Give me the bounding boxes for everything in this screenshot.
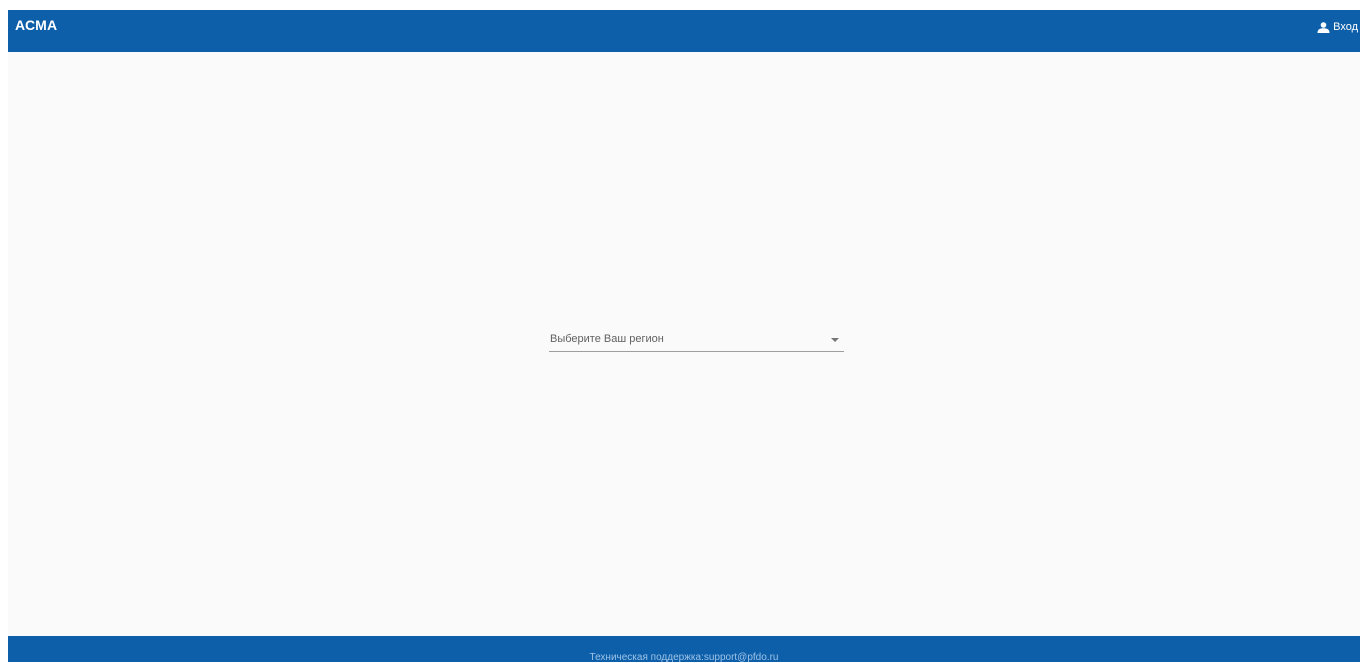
support-info: Техническая поддержка:support@pfdo.ru [8,652,1360,663]
app-frame: АСМА Вход Выберите Ваш регион Техническа… [8,10,1360,663]
region-select[interactable]: Выберите Ваш регион [549,328,844,352]
support-email-link[interactable]: support@pfdo.ru [704,652,779,663]
support-label: Техническая поддержка: [589,652,704,663]
chevron-down-icon [831,338,839,342]
top-app-bar: АСМА Вход [8,10,1360,52]
footer: Техническая поддержка:support@pfdo.ru [8,636,1360,663]
region-select-placeholder: Выберите Ваш регион [550,333,664,345]
app-title: АСМА [15,17,58,33]
login-button[interactable]: Вход [1317,21,1358,33]
user-icon [1317,21,1330,33]
login-label: Вход [1333,21,1358,33]
